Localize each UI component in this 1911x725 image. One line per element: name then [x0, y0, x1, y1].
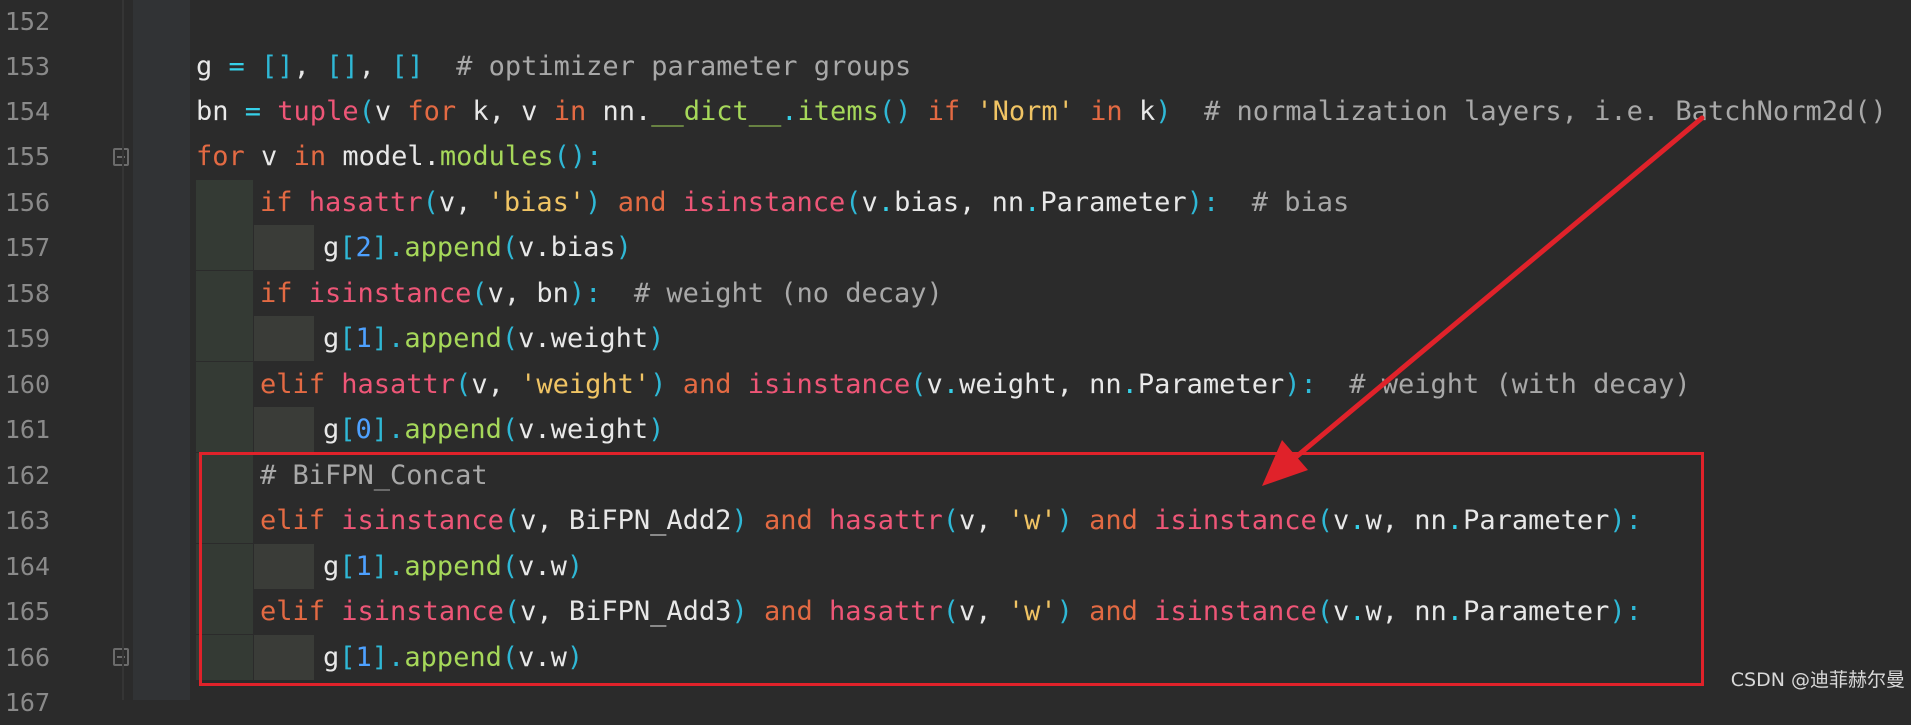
arrow-shaft [1287, 115, 1705, 465]
annotation-arrow-icon [1262, 115, 1705, 486]
arrow-head [1262, 440, 1308, 486]
watermark: CSDN @迪菲赫尔曼 [1730, 669, 1905, 691]
